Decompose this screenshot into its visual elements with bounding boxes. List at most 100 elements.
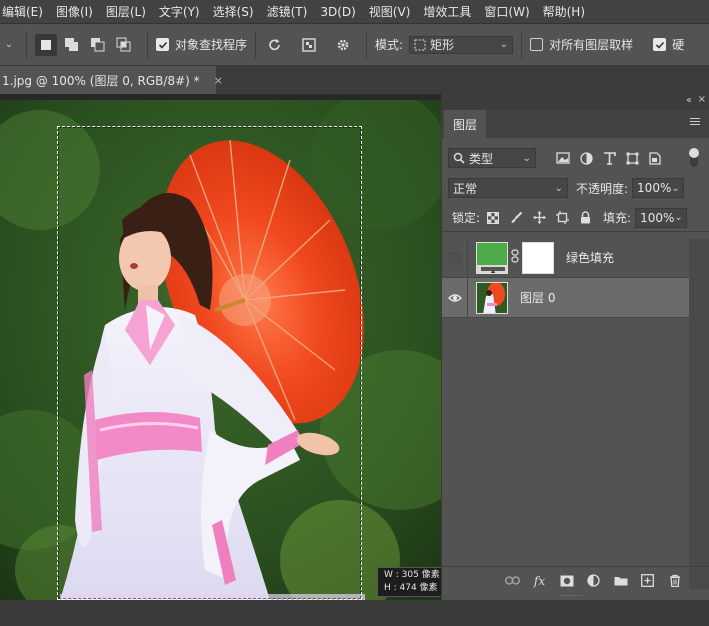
tab-layers-label: 图层 xyxy=(452,117,477,132)
lock-label: 锁定: xyxy=(452,211,481,225)
chevron-down-icon: ⌄ xyxy=(522,152,531,164)
lock-pixels-icon[interactable] xyxy=(509,211,523,225)
subtract-selection-button[interactable] xyxy=(87,34,109,56)
visibility-toggle[interactable] xyxy=(442,237,468,278)
panel-tab-bar: 图层 xyxy=(442,110,709,138)
layer-thumbnail[interactable] xyxy=(476,281,508,314)
trash-icon[interactable] xyxy=(667,574,682,588)
add-mask-icon[interactable] xyxy=(559,574,574,588)
fill-thumbnail[interactable] xyxy=(476,241,508,274)
eye-icon xyxy=(447,293,462,302)
pixel-filter-icon[interactable] xyxy=(556,151,570,165)
fill-layer-icon xyxy=(477,264,507,273)
new-layer-icon[interactable] xyxy=(640,574,655,588)
chevron-down-icon[interactable]: ⌄ xyxy=(671,183,679,194)
menu-image[interactable]: 图像(I) xyxy=(56,3,93,20)
close-panel-icon[interactable]: × xyxy=(698,94,706,105)
settings-button[interactable] xyxy=(332,34,354,56)
new-selection-icon xyxy=(41,39,51,50)
layers-panel: ‹‹ × 图层 类型 ⌄ 正常 ⌄ 不透明度: 100% ⌄ 锁定: 填充: 1… xyxy=(441,94,709,600)
check-icon xyxy=(655,41,664,49)
search-icon xyxy=(453,152,465,164)
filter-kind-select[interactable]: 类型 ⌄ xyxy=(448,148,536,168)
chevron-down-icon: ⌄ xyxy=(499,39,509,50)
lock-transparency-icon[interactable] xyxy=(486,211,500,225)
layer-name[interactable]: 绿色填充 xyxy=(566,249,614,266)
fx-icon[interactable]: fx xyxy=(532,574,547,588)
smart-object-filter-icon[interactable] xyxy=(648,151,662,165)
chevron-down-icon[interactable]: ⌄ xyxy=(0,39,18,50)
layer-filter-row: 类型 ⌄ xyxy=(442,144,709,172)
add-selection-button[interactable] xyxy=(61,34,83,56)
opacity-label: 不透明度: xyxy=(576,181,629,196)
layer-name[interactable]: 图层 0 xyxy=(520,289,555,306)
type-filter-icon[interactable] xyxy=(602,151,616,165)
intersect-selection-icon xyxy=(116,37,131,51)
menu-view[interactable]: 视图(V) xyxy=(369,3,411,20)
blend-mode-select[interactable]: 正常 ⌄ xyxy=(448,178,568,198)
menu-bar: 编辑(E) 图像(I) 图层(L) 文字(Y) 选择(S) 滤镜(T) 3D(D… xyxy=(0,0,709,24)
link-icon[interactable] xyxy=(510,249,520,266)
menu-edit[interactable]: 编辑(E) xyxy=(2,3,43,20)
visibility-off-icon xyxy=(448,251,461,264)
check-icon xyxy=(158,41,167,49)
collapse-panel-icon[interactable]: ‹‹ xyxy=(686,95,692,106)
intersect-selection-button[interactable] xyxy=(113,34,135,56)
lock-all-icon[interactable] xyxy=(578,211,592,225)
menu-3d[interactable]: 3D(D) xyxy=(320,5,355,19)
blend-row: 正常 ⌄ 不透明度: 100% ⌄ xyxy=(442,174,709,202)
opacity-field[interactable]: 100% ⌄ xyxy=(632,178,685,198)
layers-scrollbar[interactable] xyxy=(689,239,709,589)
adjustment-layer-icon[interactable] xyxy=(586,574,601,588)
mask-thumbnail[interactable] xyxy=(522,241,554,274)
selection-marquee[interactable] xyxy=(57,126,362,600)
panel-resize-grip[interactable] xyxy=(562,595,582,598)
layer-row-layer-0[interactable]: 图层 0 xyxy=(442,277,690,318)
document-tab-bar: 1.jpg @ 100% (图层 0, RGB/8#) * × xyxy=(0,66,709,94)
filter-toggle[interactable] xyxy=(689,148,699,167)
visibility-toggle[interactable] xyxy=(442,277,468,318)
layer-row-green-fill[interactable]: 绿色填充 xyxy=(442,237,690,278)
mode-select[interactable]: 矩形 ⌄ xyxy=(409,35,514,54)
filter-icons xyxy=(556,151,671,165)
menu-filter[interactable]: 滤镜(T) xyxy=(267,3,308,20)
subtract-selection-icon xyxy=(91,37,105,51)
layers-panel-footer: fx xyxy=(442,566,709,594)
lock-artboard-icon[interactable] xyxy=(555,211,569,225)
divider xyxy=(26,30,27,59)
options-bar: ⌄ 对象查找程序 模式: 矩形 ⌄ 对所有图层取样 硬 xyxy=(0,24,709,66)
opacity-value: 100% xyxy=(637,181,672,195)
menu-type[interactable]: 文字(Y) xyxy=(159,3,200,20)
document-title: 1.jpg @ 100% (图层 0, RGB/8#) * xyxy=(2,73,200,88)
chevron-down-icon[interactable]: ⌄ xyxy=(674,212,682,223)
canvas-area[interactable] xyxy=(0,94,441,600)
shape-filter-icon[interactable] xyxy=(625,151,639,165)
rect-marquee-icon xyxy=(414,39,426,50)
divider xyxy=(147,30,148,59)
show-objects-button[interactable] xyxy=(298,34,320,56)
divider xyxy=(366,30,368,59)
hard-edge-checkbox[interactable] xyxy=(653,38,667,51)
panel-menu-icon[interactable] xyxy=(690,118,700,127)
tab-layers[interactable]: 图层 xyxy=(444,110,486,138)
refresh-button[interactable] xyxy=(264,34,286,56)
adjustment-filter-icon[interactable] xyxy=(579,151,593,165)
close-icon[interactable]: × xyxy=(214,74,223,87)
menu-layer[interactable]: 图层(L) xyxy=(106,3,146,20)
menu-plugins[interactable]: 增效工具 xyxy=(423,3,471,20)
lock-icons xyxy=(486,211,601,225)
link-layers-icon[interactable] xyxy=(505,574,520,588)
sample-all-layers-checkbox[interactable] xyxy=(530,38,544,51)
document-tab[interactable]: 1.jpg @ 100% (图层 0, RGB/8#) * × xyxy=(0,66,223,94)
menu-select[interactable]: 选择(S) xyxy=(213,3,254,20)
lock-position-icon[interactable] xyxy=(532,211,546,225)
sample-all-layers-label: 对所有图层取样 xyxy=(549,38,634,52)
new-selection-button[interactable] xyxy=(35,33,57,56)
menu-help[interactable]: 帮助(H) xyxy=(543,3,585,20)
folder-icon[interactable] xyxy=(613,574,628,588)
status-bar xyxy=(0,600,709,626)
fill-field[interactable]: 100% ⌄ xyxy=(635,207,688,228)
mode-value: 矩形 xyxy=(430,38,455,52)
menu-window[interactable]: 窗口(W) xyxy=(484,3,529,20)
object-finder-checkbox[interactable] xyxy=(156,38,169,51)
